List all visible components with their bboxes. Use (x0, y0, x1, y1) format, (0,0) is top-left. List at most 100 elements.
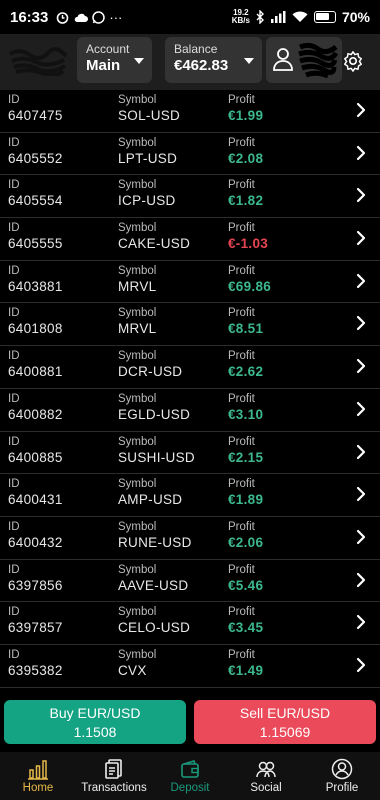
trade-symbol-cell: Symbol CAKE-USD (118, 222, 190, 251)
trade-row[interactable]: ID 6400881 Symbol DCR-USD Profit €2.62 (0, 346, 380, 389)
id-header: ID (8, 94, 20, 106)
balance-value: €462.83 (174, 57, 229, 74)
buy-button[interactable]: Buy EUR/USD 1.1508 (4, 700, 186, 744)
id-header: ID (8, 478, 20, 491)
profile-button[interactable] (266, 37, 342, 83)
trade-symbol: MRVL (118, 278, 157, 294)
balance-selector[interactable]: Balance €462.83 (165, 37, 262, 83)
nav-social[interactable]: Social (228, 752, 304, 800)
symbol-header: Symbol (118, 606, 157, 619)
account-selector[interactable]: Account Main (77, 37, 152, 83)
chevron-right-icon[interactable] (356, 315, 366, 331)
trade-symbol-cell: Symbol EGLD-USD (118, 393, 190, 422)
trade-id: 6405555 (8, 236, 63, 252)
trade-profit-cell: Profit €1.99 (228, 94, 263, 123)
trade-symbol-cell: Symbol AMP-USD (118, 478, 182, 507)
battery-icon (313, 11, 336, 23)
trade-row[interactable]: ID 6405554 Symbol ICP-USD Profit €1.82 (0, 175, 380, 219)
trade-row[interactable]: ID 6400885 Symbol SUSHI-USD Profit €2.15 (0, 432, 380, 475)
chevron-down-icon (134, 58, 144, 64)
trade-profit: €69.86 (228, 278, 272, 294)
trade-row[interactable]: ID 6397857 Symbol CELO-USD Profit €3.45 (0, 602, 380, 645)
symbol-header: Symbol (118, 136, 157, 149)
people-icon (256, 761, 276, 778)
trade-row[interactable]: ID 6405555 Symbol CAKE-USD Profit €-1.03 (0, 218, 380, 261)
chevron-right-icon[interactable] (356, 187, 366, 203)
trade-symbol-cell: Symbol SUSHI-USD (118, 436, 195, 465)
trade-symbol-cell: Symbol ICP-USD (118, 179, 176, 208)
trade-profit: €-1.03 (228, 236, 269, 252)
trade-row[interactable]: ID 6403881 Symbol MRVL Profit €69.86 (0, 261, 380, 304)
nav-profile[interactable]: Profile (304, 752, 380, 800)
nav-profile-label: Profile (325, 782, 359, 794)
sell-price: 1.15069 (259, 724, 311, 740)
symbol-header: Symbol (118, 435, 157, 448)
symbol-header: Symbol (118, 478, 157, 491)
trade-symbol: CVX (118, 662, 147, 678)
nav-home[interactable]: Home (0, 752, 76, 800)
chevron-right-icon[interactable] (356, 230, 366, 246)
trade-profit: €2.15 (228, 449, 264, 465)
trade-id-cell: ID 6397857 (8, 606, 63, 635)
chevron-right-icon[interactable] (356, 145, 366, 161)
profit-header: Profit (228, 563, 255, 576)
trade-symbol-cell: Symbol AAVE-USD (118, 564, 188, 593)
trade-id: 6400432 (8, 534, 63, 550)
trade-profit: €5.46 (228, 577, 264, 593)
balance-label: Balance (174, 42, 218, 56)
chevron-right-icon[interactable] (356, 444, 366, 460)
profit-header: Profit (228, 222, 255, 235)
trade-id: 6407475 (8, 108, 63, 123)
trade-id: 6400882 (8, 406, 63, 422)
battery-level: 70% (341, 9, 370, 25)
chevron-right-icon[interactable] (356, 614, 366, 630)
sell-label: Sell EUR/USD (239, 705, 331, 721)
id-header: ID (8, 350, 20, 363)
chevron-right-icon[interactable] (356, 486, 366, 502)
trade-id-cell: ID 6397856 (8, 564, 63, 593)
symbol-header: Symbol (118, 264, 157, 277)
nav-transactions[interactable]: Transactions (76, 752, 152, 800)
chevron-right-icon[interactable] (356, 572, 366, 588)
profit-header: Profit (228, 648, 255, 661)
status-bar: 16:33 ··· 19.2 KB/s 70% (0, 0, 380, 34)
trade-id-cell: ID 6403881 (8, 265, 63, 294)
trade-row[interactable]: ID 6407475 Symbol SOL-USD Profit €1.99 (0, 90, 380, 133)
nav-transactions-label: Transactions (81, 782, 147, 794)
profit-header: Profit (228, 179, 255, 192)
chevron-right-icon[interactable] (356, 657, 366, 673)
trade-symbol-cell: Symbol DCR-USD (118, 350, 182, 379)
chevron-right-icon[interactable] (356, 102, 366, 118)
trade-id: 6405552 (8, 150, 63, 166)
symbol-header: Symbol (118, 222, 157, 235)
profit-header: Profit (228, 307, 255, 320)
trade-symbol: CELO-USD (118, 620, 191, 636)
trade-id-cell: ID 6400881 (8, 350, 63, 379)
network-speed: 19.2 KB/s (232, 9, 250, 25)
trade-row[interactable]: ID 6405552 Symbol LPT-USD Profit €2.08 (0, 133, 380, 176)
buy-price: 1.1508 (73, 724, 117, 740)
chevron-right-icon[interactable] (356, 358, 366, 374)
trade-row[interactable]: ID 6395382 Symbol CVX Profit €1.49 (0, 645, 380, 688)
trade-symbol: SOL-USD (118, 108, 181, 123)
chevron-right-icon[interactable] (356, 529, 366, 545)
trade-profit: €3.45 (228, 620, 264, 636)
trade-row[interactable]: ID 6400432 Symbol RUNE-USD Profit €2.06 (0, 517, 380, 560)
sell-button[interactable]: Sell EUR/USD 1.15069 (194, 700, 376, 744)
trade-profit-cell: Profit €1.82 (228, 179, 263, 208)
person-icon (331, 758, 353, 780)
trade-row[interactable]: ID 6401808 Symbol MRVL Profit €8.51 (0, 303, 380, 347)
trade-row[interactable]: ID 6400431 Symbol AMP-USD Profit €1.89 (0, 474, 380, 517)
trade-symbol: MRVL (118, 321, 157, 337)
nav-social-label: Social (250, 782, 282, 794)
chevron-right-icon[interactable] (356, 273, 366, 289)
trade-row[interactable]: ID 6400882 Symbol EGLD-USD Profit €3.10 (0, 389, 380, 432)
user-icon (273, 48, 293, 71)
trade-row[interactable]: ID 6397856 Symbol AAVE-USD Profit €5.46 (0, 560, 380, 603)
trade-id-cell: ID 6400432 (8, 521, 63, 550)
gear-icon[interactable] (342, 50, 364, 72)
cloud-icon (75, 13, 89, 22)
profit-header: Profit (228, 264, 255, 277)
chevron-right-icon[interactable] (356, 401, 366, 417)
nav-deposit[interactable]: Deposit (152, 752, 228, 800)
